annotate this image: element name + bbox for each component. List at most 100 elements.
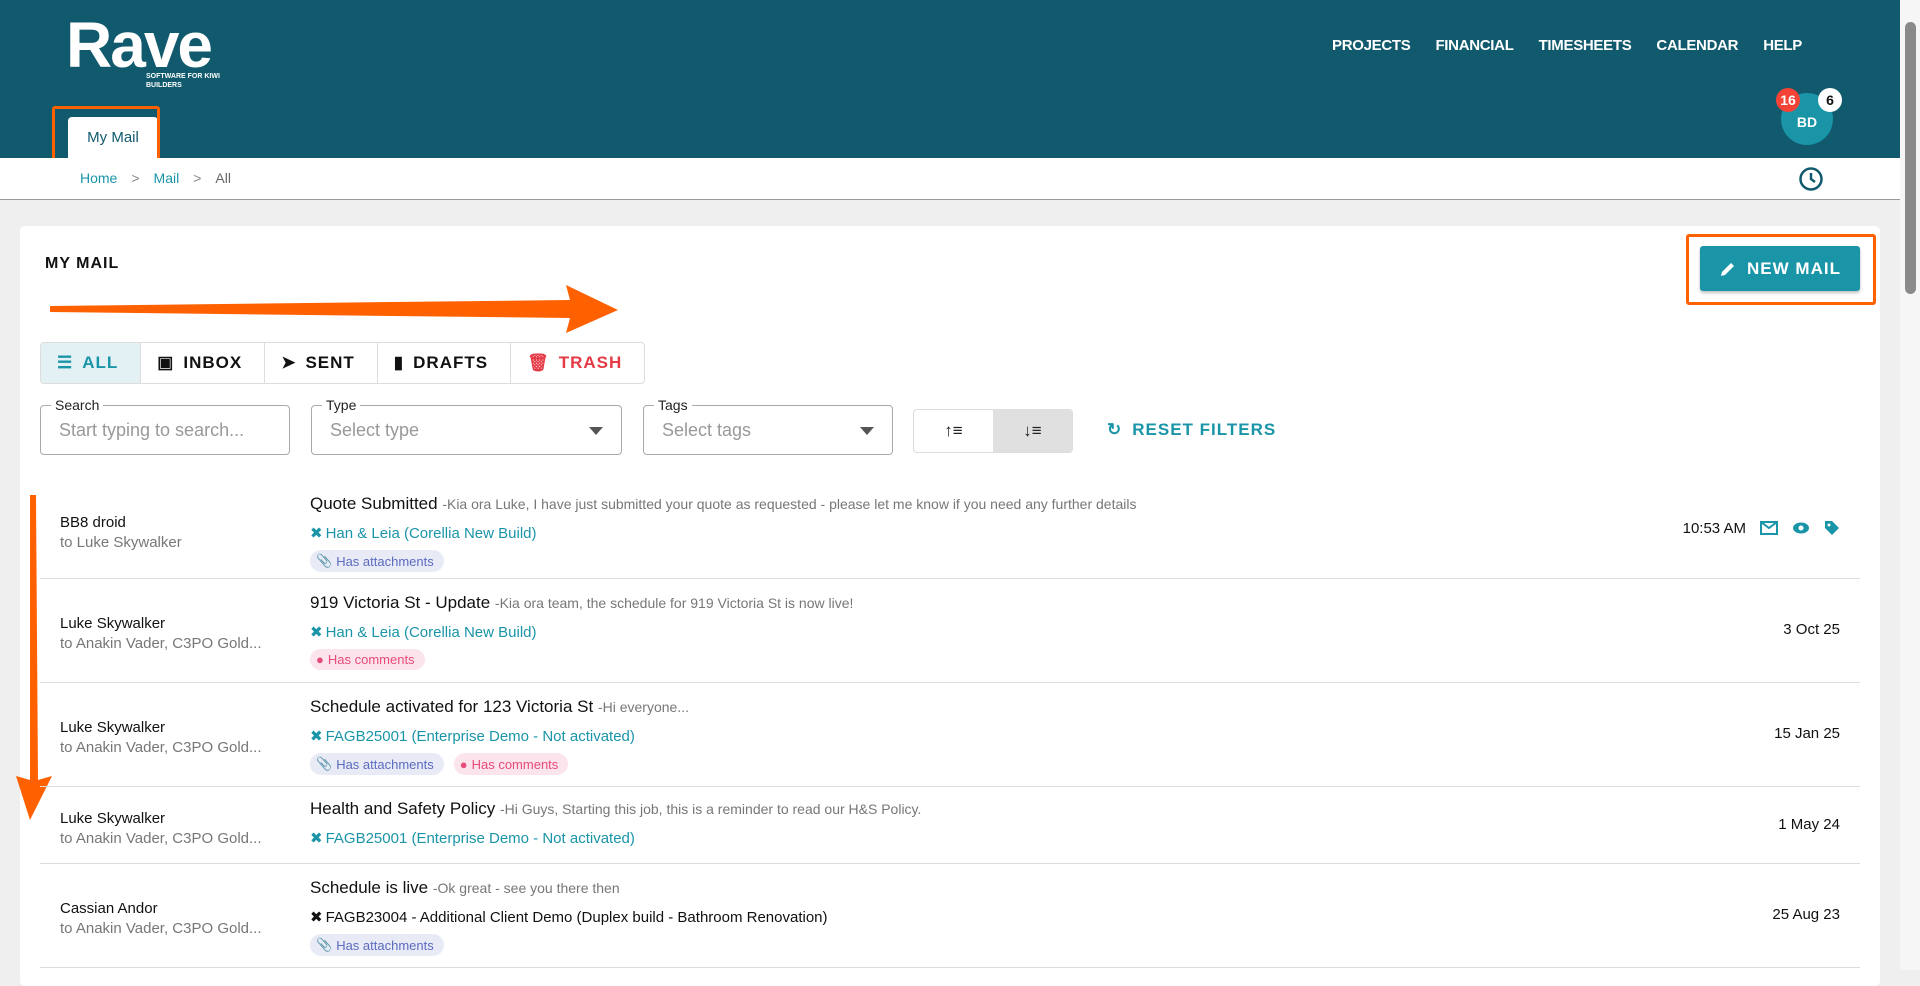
mail-row[interactable]: Luke Skywalker to Anakin Vader, C3PO Gol… bbox=[40, 787, 1860, 864]
chip-label: Has attachments bbox=[336, 553, 434, 569]
date-text: 15 Jan 25 bbox=[1774, 725, 1840, 742]
mail-preview: -Kia ora team, the schedule for 919 Vict… bbox=[494, 595, 854, 611]
date-text: 25 Aug 23 bbox=[1772, 906, 1840, 923]
mail-date: 1 May 24 bbox=[1778, 816, 1840, 833]
mail-recipients: to Anakin Vader, C3PO Gold... bbox=[60, 739, 262, 756]
project-link[interactable]: ✖ FAGB25001 (Enterprise Demo - Not activa… bbox=[310, 829, 635, 848]
project-label: FAGB25001 (Enterprise Demo - Not activat… bbox=[325, 727, 635, 745]
tools-icon: ✖ bbox=[310, 909, 323, 926]
mail-date: 25 Aug 23 bbox=[1772, 906, 1840, 923]
reset-filters-label: RESET FILTERS bbox=[1132, 420, 1277, 439]
search-placeholder: Start typing to search... bbox=[59, 420, 245, 440]
tags-label: Tags bbox=[654, 397, 692, 413]
project-link[interactable]: ✖ FAGB25001 (Enterprise Demo - Not activa… bbox=[310, 727, 635, 746]
envelope-icon[interactable] bbox=[1760, 521, 1778, 535]
project-link[interactable]: ✖ Han & Leia (Corellia New Build) bbox=[310, 623, 537, 642]
paperclip-icon: 📎 bbox=[316, 553, 333, 568]
refresh-icon: ↻ bbox=[1107, 420, 1123, 439]
mail-recipients: to Anakin Vader, C3PO Gold... bbox=[60, 829, 262, 847]
mail-preview: -Ok great - see you there then bbox=[432, 880, 620, 896]
mail-subject[interactable]: 919 Victoria St - Update -Kia ora team, … bbox=[310, 593, 853, 613]
attachments-chip: 📎 Has attachments bbox=[310, 550, 444, 572]
paperclip-icon: 📎 bbox=[316, 756, 333, 771]
file-icon: ▮ bbox=[393, 353, 405, 372]
type-placeholder: Select type bbox=[330, 420, 420, 440]
project-label: FAGB25001 (Enterprise Demo - Not activat… bbox=[325, 829, 635, 847]
tab-all[interactable]: ☰ ALL bbox=[41, 343, 142, 383]
project-label: Han & Leia (Corellia New Build) bbox=[325, 623, 537, 641]
project-label: Han & Leia (Corellia New Build) bbox=[325, 524, 537, 542]
tools-icon: ✖ bbox=[310, 830, 323, 847]
annotation-arrow-right bbox=[50, 285, 618, 333]
reset-filters-button[interactable]: ↻ RESET FILTERS bbox=[1107, 420, 1276, 440]
tab-inbox[interactable]: ▣ INBOX bbox=[141, 343, 266, 383]
date-text: 1 May 24 bbox=[1778, 815, 1840, 833]
mail-recipients: to Luke Skywalker bbox=[60, 533, 182, 551]
mail-row[interactable]: Luke Skywalker to Anakin Vader, C3PO Gol… bbox=[40, 683, 1860, 787]
tab-trash[interactable]: 🗑 TRASH bbox=[511, 343, 644, 383]
tools-icon: ✖ bbox=[310, 525, 323, 542]
comment-icon: ● bbox=[316, 652, 324, 667]
inbox-icon: ▣ bbox=[157, 353, 175, 372]
tab-label: DRAFTS bbox=[413, 353, 489, 372]
chip-label: Has comments bbox=[471, 756, 559, 772]
chip-label: Has attachments bbox=[336, 756, 434, 772]
subject-text: Schedule activated for 123 Victoria St bbox=[310, 697, 594, 716]
eye-icon[interactable] bbox=[1792, 521, 1810, 535]
mail-preview: -Kia ora Luke, I have just submitted you… bbox=[442, 496, 1137, 512]
tab-label: TRASH bbox=[558, 353, 623, 372]
mail-sender: Cassian Andor bbox=[60, 900, 158, 917]
mail-subject[interactable]: Quote Submitted -Kia ora Luke, I have ju… bbox=[310, 494, 1136, 514]
mail-sender: Luke Skywalker bbox=[60, 719, 166, 736]
mail-row[interactable]: Luke Skywalker to Anakin Vader, C3PO Gol… bbox=[40, 579, 1860, 683]
mail-list: BB8 droid to Luke Skywalker Quote Submit… bbox=[40, 480, 1860, 968]
mail-date: 3 Oct 25 bbox=[1783, 621, 1840, 638]
mail-tags: ● Has comments bbox=[310, 649, 425, 670]
sort-toggle: ↑≡ ↓≡ bbox=[913, 409, 1073, 453]
sort-ascending-icon[interactable]: ↑≡ bbox=[914, 410, 993, 452]
mail-sender: Luke Skywalker bbox=[60, 809, 166, 827]
tags-select[interactable]: Tags Select tags bbox=[643, 397, 893, 455]
paperclip-icon: 📎 bbox=[316, 937, 333, 952]
sort-descending-icon[interactable]: ↓≡ bbox=[993, 410, 1072, 452]
mail-subject[interactable]: Health and Safety Policy -Hi Guys, Start… bbox=[310, 799, 921, 819]
mail-date: 10:53 AM bbox=[1683, 520, 1840, 537]
attachments-chip: 📎 Has attachments bbox=[310, 753, 444, 775]
mail-preview: -Hi Guys, Starting this job, this is a r… bbox=[499, 801, 922, 817]
mail-recipients: to Anakin Vader, C3PO Gold... bbox=[60, 920, 262, 937]
comment-icon: ● bbox=[459, 756, 468, 772]
trash-icon: 🗑 bbox=[527, 353, 550, 372]
chip-label: Has comments bbox=[327, 652, 415, 667]
subject-text: 919 Victoria St - Update bbox=[310, 593, 491, 612]
search-input[interactable]: Search Start typing to search... bbox=[40, 397, 290, 455]
subject-text: Quote Submitted bbox=[310, 494, 438, 513]
tab-label: INBOX bbox=[183, 353, 243, 372]
type-label: Type bbox=[322, 397, 361, 413]
comments-chip: ● Has comments bbox=[453, 753, 569, 775]
type-select[interactable]: Type Select type bbox=[311, 397, 622, 455]
mail-subject[interactable]: Schedule is live -Ok great - see you the… bbox=[310, 878, 620, 898]
mail-date: 15 Jan 25 bbox=[1774, 725, 1840, 742]
tag-icon[interactable] bbox=[1824, 520, 1840, 536]
tab-label: SENT bbox=[305, 353, 355, 372]
caret-down-icon bbox=[589, 427, 603, 435]
paper-plane-icon: ➤ bbox=[281, 353, 297, 372]
project-label: FAGB23004 - Additional Client Demo (Dupl… bbox=[325, 908, 828, 926]
project-link[interactable]: ✖ Han & Leia (Corellia New Build) bbox=[310, 524, 537, 543]
mail-folder-tabs: ☰ ALL ▣ INBOX ➤ SENT ▮ DRAFTS 🗑 TRASH bbox=[40, 342, 646, 384]
mail-sender: BB8 droid bbox=[60, 513, 126, 531]
tab-sent[interactable]: ➤ SENT bbox=[265, 343, 378, 383]
tab-drafts[interactable]: ▮ DRAFTS bbox=[378, 343, 512, 383]
mail-row[interactable]: Cassian Andor to Anakin Vader, C3PO Gold… bbox=[40, 864, 1860, 968]
mail-tags: 📎 Has attachments bbox=[310, 550, 444, 572]
mail-subject[interactable]: Schedule activated for 123 Victoria St -… bbox=[310, 697, 689, 717]
project-link[interactable]: ✖ FAGB23004 - Additional Client Demo (Dup… bbox=[310, 908, 828, 927]
tools-icon: ✖ bbox=[310, 624, 323, 641]
mail-tags: 📎 Has attachments ● Has comments bbox=[310, 753, 569, 775]
mail-sender: Luke Skywalker bbox=[60, 615, 166, 632]
tools-icon: ✖ bbox=[310, 728, 323, 745]
mail-preview: -Hi everyone... bbox=[597, 699, 689, 715]
search-label: Search bbox=[51, 397, 104, 413]
scrollbar-thumb[interactable] bbox=[1905, 22, 1916, 294]
mail-row[interactable]: BB8 droid to Luke Skywalker Quote Submit… bbox=[40, 480, 1860, 579]
